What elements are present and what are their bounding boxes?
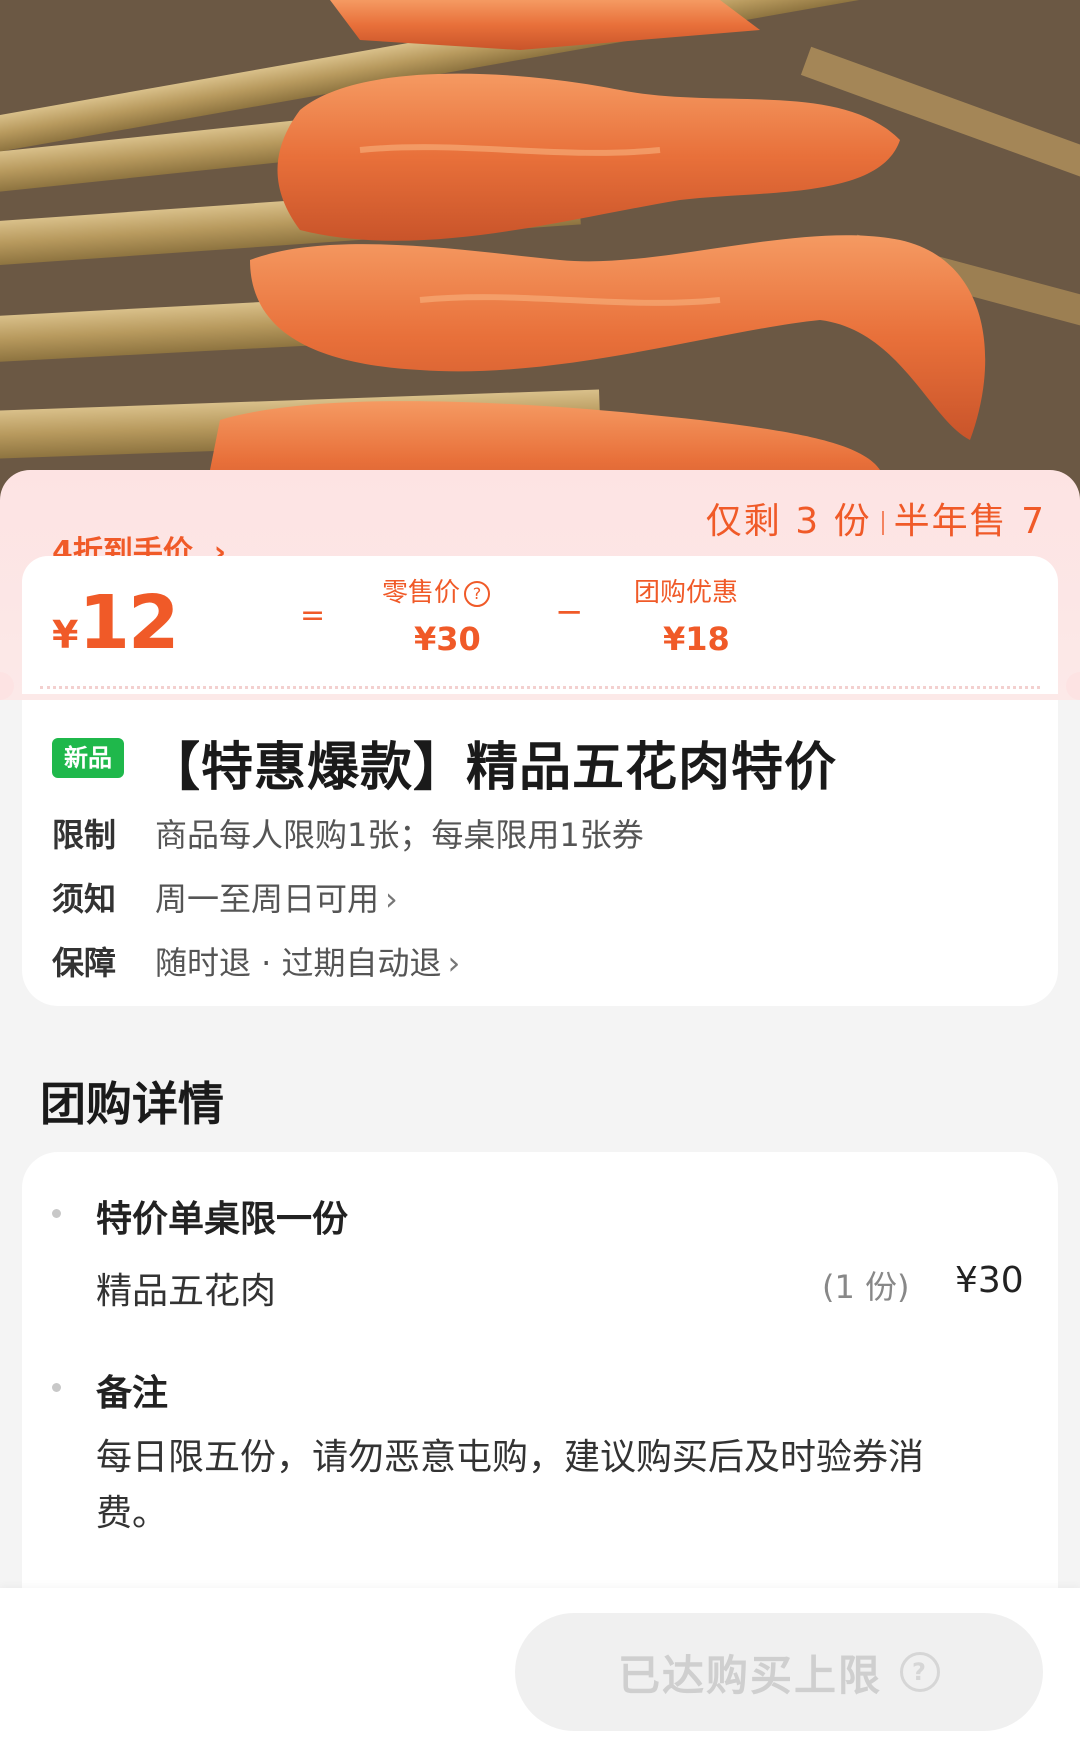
purchase-limit-label: 已达购买上限 — [617, 1650, 882, 1700]
product-hero-image — [0, 0, 1080, 520]
guarantee-value: 随时退 · 过期自动退 — [155, 944, 442, 982]
chevron-right-icon: › — [385, 880, 398, 918]
final-price: ¥12 — [52, 580, 179, 666]
group-item-title: 特价单桌限一份 — [96, 1199, 349, 1240]
divider — [881, 511, 884, 535]
bullet-dot — [52, 1383, 61, 1392]
sales-label: 半年售 — [893, 501, 1008, 542]
item-price: ¥30 — [955, 1260, 1024, 1301]
stock-sales-info: 仅剩 3 份半年售 7 — [706, 492, 1046, 544]
item-quantity: (1 份) — [822, 1268, 910, 1306]
help-icon[interactable]: ? — [464, 580, 491, 607]
guarantee-row[interactable]: 随时退 · 过期自动退 › — [155, 938, 460, 984]
minus-sign: − — [555, 592, 584, 632]
stock-prefix: 仅剩 — [705, 501, 782, 542]
notice-value: 周一至周日可用 — [155, 880, 380, 918]
ticket-divider — [40, 686, 1040, 689]
retail-price-value: ¥30 — [414, 620, 481, 658]
equals-sign: = — [300, 598, 326, 633]
sales-count: 7 — [1021, 501, 1046, 542]
note-title: 备注 — [96, 1373, 169, 1414]
notice-row[interactable]: 周一至周日可用 › — [155, 874, 398, 920]
group-discount-value: ¥18 — [663, 620, 730, 658]
item-name: 精品五花肉 — [96, 1271, 277, 1312]
stock-count: 3 — [795, 501, 821, 542]
notice-label: 须知 — [52, 880, 117, 918]
limit-value: 商品每人限购1张；每桌限用1张券 — [155, 816, 644, 854]
hero-photo-illustration — [0, 0, 1080, 520]
product-title: 【特惠爆款】精品五花肉特价 — [148, 738, 838, 798]
bullet-dot — [52, 1209, 61, 1218]
new-badge: 新品 — [52, 738, 124, 778]
stock-unit: 份 — [833, 501, 872, 542]
purchase-limit-button[interactable]: 已达购买上限 ? — [515, 1613, 1043, 1731]
chevron-right-icon: › — [447, 944, 461, 982]
currency-symbol: ¥ — [52, 613, 79, 657]
retail-price-label: 零售价 — [382, 578, 461, 608]
question-icon[interactable]: ? — [900, 1652, 940, 1692]
retail-price-info[interactable]: 零售价? — [382, 572, 491, 609]
section-title: 团购详情 — [40, 1077, 224, 1131]
limit-label: 限制 — [52, 816, 117, 854]
note-text: 每日限五份，请勿恶意屯购，建议购买后及时验券消费。 — [96, 1437, 925, 1534]
guarantee-label: 保障 — [52, 944, 117, 982]
group-discount-label: 团购优惠 — [634, 578, 739, 608]
final-price-value: 12 — [78, 580, 179, 666]
